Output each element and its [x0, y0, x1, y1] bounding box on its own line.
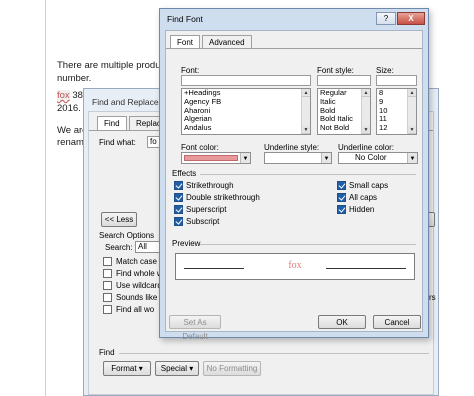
match-case-checkbox[interactable] — [103, 257, 112, 266]
strikethrough-checkbox[interactable] — [174, 181, 183, 190]
section-divider — [200, 244, 416, 245]
help-button[interactable]: ? — [376, 12, 396, 25]
tab-replace[interactable]: Replac — [129, 116, 161, 130]
preview-label: Preview — [172, 239, 201, 248]
font-color-label: Font color: — [181, 143, 219, 152]
close-button[interactable]: X — [397, 12, 425, 25]
scroll-up-arrow-icon[interactable]: ▲ — [408, 89, 416, 97]
highlighted-search-word: fox — [57, 90, 70, 101]
subscript-checkbox[interactable] — [174, 217, 183, 226]
tab-advanced[interactable]: Advanced — [202, 35, 252, 49]
font-style-label: Font style: — [317, 66, 354, 75]
option-label: Use wildcard — [116, 281, 162, 290]
effect-label: Hidden — [349, 205, 375, 214]
font-color-swatch — [184, 155, 238, 161]
font-style-list[interactable]: Regular Italic Bold Bold Italic Not Bold… — [317, 88, 371, 135]
less-button[interactable]: << Less — [101, 212, 137, 227]
all-caps-checkbox[interactable] — [337, 193, 346, 202]
scroll-up-arrow-icon[interactable]: ▲ — [302, 89, 310, 97]
list-item[interactable]: Andalus — [182, 123, 310, 133]
section-divider — [200, 174, 416, 175]
tab-divider — [166, 48, 422, 49]
dropdown-arrow-icon: ▼ — [321, 153, 331, 163]
wildcards-checkbox[interactable] — [103, 281, 112, 290]
effect-label: Small caps — [349, 181, 389, 190]
find-what-label: Find what: — [99, 138, 136, 147]
tab-find[interactable]: Find — [97, 116, 127, 130]
set-as-default-button[interactable]: Set As Default — [169, 315, 221, 341]
effect-label: Strikethrough — [186, 181, 234, 190]
underline-style-select[interactable]: ▼ — [264, 152, 332, 164]
font-input[interactable] — [181, 75, 311, 86]
search-options-label: Search Options — [99, 231, 155, 240]
ok-button[interactable]: OK — [318, 315, 366, 329]
special-button[interactable]: Special ▾ — [155, 361, 199, 376]
dropdown-arrow-icon: ▼ — [407, 153, 417, 163]
effect-label: All caps — [349, 193, 378, 202]
underline-style-label: Underline style: — [264, 143, 320, 152]
preview-rule-right — [326, 268, 406, 269]
dialog-body: Font Advanced Font: +Headings Agency FB … — [165, 30, 423, 341]
style-list-scrollbar[interactable]: ▲ ▼ — [361, 89, 370, 134]
option-label: Match case — [116, 257, 157, 266]
scroll-down-arrow-icon[interactable]: ▼ — [362, 126, 370, 134]
hidden-checkbox[interactable] — [337, 205, 346, 214]
document-text-line: fox 38 — [57, 90, 83, 101]
underline-color-select[interactable]: No Color ▼ — [338, 152, 418, 164]
option-label-fragment: rs — [429, 293, 436, 302]
effect-label: Subscript — [186, 217, 220, 226]
scroll-down-arrow-icon[interactable]: ▼ — [302, 126, 310, 134]
section-divider — [119, 353, 429, 354]
effect-label: Double strikethrough — [186, 193, 260, 202]
document-text-fragment: 38 — [72, 90, 83, 101]
sounds-like-checkbox[interactable] — [103, 293, 112, 302]
document-text-line: renam — [57, 137, 84, 148]
double-strikethrough-checkbox[interactable] — [174, 193, 183, 202]
dialog-title: Find and Replace — [92, 97, 159, 107]
preview-box: fox — [175, 253, 415, 280]
effects-label: Effects — [172, 169, 197, 178]
underline-color-value: No Color — [355, 153, 387, 162]
font-color-select[interactable]: ▼ — [181, 152, 251, 164]
effect-label: Superscript — [186, 205, 227, 214]
option-label: Sounds like — [116, 293, 158, 302]
format-button[interactable]: Format ▾ — [103, 361, 151, 376]
dropdown-arrow-icon: ▼ — [240, 153, 250, 163]
underline-color-label: Underline color: — [338, 143, 395, 152]
font-list[interactable]: +Headings Agency FB Aharoni Algerian And… — [181, 88, 311, 135]
find-font-dialog: Find Font ? X Font Advanced Font: +Headi… — [159, 8, 429, 341]
tab-font[interactable]: Font — [170, 35, 201, 49]
option-label: Find whole w — [116, 269, 163, 278]
font-list-scrollbar[interactable]: ▲ ▼ — [301, 89, 310, 134]
document-margin-line — [45, 0, 46, 396]
scroll-down-arrow-icon[interactable]: ▼ — [408, 126, 416, 134]
size-label: Size: — [376, 66, 394, 75]
option-label: Find all wo — [116, 305, 155, 314]
document-text-line: There are multiple products — [57, 60, 173, 71]
find-all-word-forms-checkbox[interactable] — [103, 305, 112, 314]
superscript-checkbox[interactable] — [174, 205, 183, 214]
no-formatting-button[interactable]: No Formatting — [203, 361, 261, 376]
find-section-label: Find — [99, 348, 115, 357]
font-style-input[interactable] — [317, 75, 371, 86]
small-caps-checkbox[interactable] — [337, 181, 346, 190]
scroll-up-arrow-icon[interactable]: ▲ — [362, 89, 370, 97]
preview-text: fox — [288, 260, 302, 271]
whole-words-checkbox[interactable] — [103, 269, 112, 278]
search-direction-label: Search: — [105, 243, 133, 252]
size-input[interactable] — [376, 75, 417, 86]
cancel-button[interactable]: Cancel — [373, 315, 421, 329]
size-list-scrollbar[interactable]: ▲ ▼ — [407, 89, 416, 134]
font-label: Font: — [181, 66, 200, 75]
size-list[interactable]: 8 9 10 11 12 ▲ ▼ — [376, 88, 417, 135]
document-text-line: number. — [57, 73, 92, 84]
dialog-title: Find Font — [167, 14, 203, 24]
